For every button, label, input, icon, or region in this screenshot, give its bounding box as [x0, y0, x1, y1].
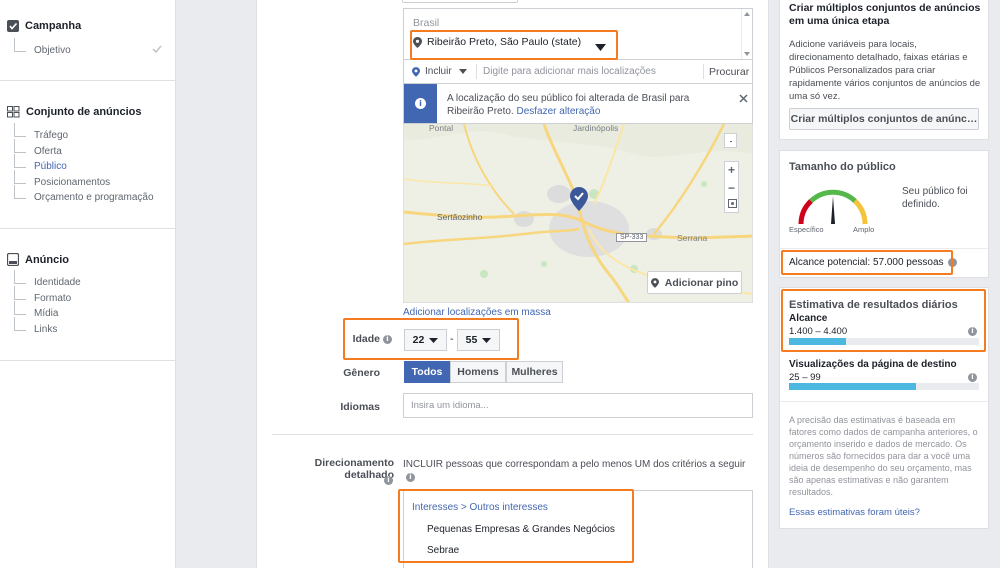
notice-info-block: i: [404, 84, 437, 123]
location-scrollbar[interactable]: [741, 9, 752, 59]
languages-placeholder: Insira um idioma...: [411, 400, 489, 411]
notice-text-wrap: A localização do seu público foi alterad…: [447, 92, 717, 118]
location-country: Brasil: [413, 17, 440, 29]
sidebar-ad-header[interactable]: Anúncio: [7, 253, 69, 266]
audience-gauge: [798, 189, 868, 225]
info-icon[interactable]: i: [968, 373, 977, 382]
sidebar-item-label: Objetivo: [34, 45, 71, 56]
sidebar-adset-header[interactable]: Conjunto de anúncios: [7, 106, 142, 118]
views-bar-fill: [789, 383, 917, 390]
sidebar-item-label: Mídia: [34, 308, 59, 319]
sidebar-item-label: Público: [34, 161, 67, 172]
highlight-reach: [781, 250, 953, 275]
chevron-down-icon: [458, 69, 467, 74]
location-pin-icon: [412, 66, 420, 77]
ad-icon: [7, 253, 19, 266]
multi-card-title: Criar múltiplos conjuntos de anúncios em…: [789, 2, 981, 27]
views-label: Visualizações da página de destino: [789, 359, 957, 370]
zoom-out-button[interactable]: −: [725, 181, 738, 195]
highlight-location: [410, 30, 618, 60]
languages-label: Idiomas: [340, 401, 380, 413]
gauge-right-label: Amplo: [853, 225, 875, 234]
location-pin-icon: [650, 277, 659, 288]
include-criteria-text: INCLUIR pessoas que correspondam a pelo …: [403, 459, 746, 470]
info-icon[interactable]: i: [406, 473, 415, 482]
zoom-in-button[interactable]: +: [725, 163, 738, 177]
undo-change-link[interactable]: Desfazer alteração: [516, 106, 600, 117]
map-place-pontal: Pontal: [429, 124, 454, 133]
include-dropdown[interactable]: Incluir: [412, 66, 467, 77]
views-bar: [789, 383, 979, 390]
gender-option-mulheres[interactable]: Mulheres: [506, 361, 563, 383]
map-place-serrana: Serrana: [677, 233, 708, 243]
search-button[interactable]: Procurar: [709, 66, 749, 78]
sidebar-item-label: Oferta: [34, 146, 62, 157]
sidebar-item-label: Links: [34, 324, 58, 335]
audience-size-title: Tamanho do público: [789, 161, 896, 173]
multi-card-body: Adicione variáveis para locais, direcion…: [789, 39, 981, 102]
sidebar-item-label: Orçamento e programação: [34, 192, 154, 203]
location-changed-notice: i A localização do seu público foi alter…: [403, 84, 753, 124]
sidebar-item-label: Identidade: [34, 277, 81, 288]
close-icon[interactable]: [739, 94, 748, 103]
sidebar-item-label: Formato: [34, 293, 72, 304]
highlight-estimates: [781, 289, 986, 352]
audience-status: Seu público foi definido.: [902, 186, 968, 210]
bulk-locations-link[interactable]: Adicionar localizações em massa: [403, 307, 551, 318]
location-search-input[interactable]: Digite para adicionar mais localizações: [483, 66, 656, 77]
gender-option-todos[interactable]: Todos: [404, 361, 450, 383]
gauge-left-label: Específico: [789, 225, 824, 234]
left-sidebar: Campanha Objetivo Conjunto de anúncios T…: [0, 0, 176, 568]
location-search-row: Incluir Digite para adicionar mais local…: [403, 60, 753, 84]
estimates-disclaimer: A precisão das estimativas é baseada em …: [789, 415, 978, 497]
languages-input[interactable]: Insira um idioma...: [403, 393, 753, 418]
sidebar-ad-title: Anúncio: [25, 253, 69, 266]
create-multiple-button[interactable]: Criar múltiplos conjuntos de anúnc…: [789, 108, 979, 130]
map-road-label: SP-333: [616, 233, 648, 242]
map-collapse-button[interactable]: [724, 133, 737, 148]
section-divider: [272, 434, 753, 435]
views-range: 25 – 99: [789, 372, 821, 383]
sidebar-item-label: Tráfego: [34, 130, 69, 141]
sidebar-adset-title: Conjunto de anúncios: [26, 106, 142, 118]
gender-label: Gênero: [343, 367, 380, 379]
sidebar-campaign-header[interactable]: Campanha: [7, 20, 81, 32]
sidebar-item-label: Posicionamentos: [34, 177, 111, 188]
map-marker-icon[interactable]: [570, 187, 588, 211]
estimates-feedback-link[interactable]: Essas estimativas foram úteis?: [789, 507, 920, 518]
top-button-edge: [402, 0, 518, 3]
add-pin-button[interactable]: Adicionar pino: [647, 271, 742, 294]
map-zoom-controls: + −: [724, 161, 739, 213]
include-label: Incluir: [425, 66, 452, 77]
checkmark-icon: [152, 45, 162, 53]
highlight-interests: [398, 489, 634, 563]
info-icon[interactable]: i: [384, 476, 393, 485]
map-place-sertaozinho: Sertãozinho: [437, 212, 483, 222]
sidebar-campaign-title: Campanha: [25, 20, 82, 32]
add-pin-label: Adicionar pino: [664, 276, 739, 289]
recenter-icon[interactable]: [728, 199, 737, 208]
info-icon: i: [415, 98, 426, 109]
map-place-jardinopolis: Jardinópolis: [573, 124, 619, 133]
location-map[interactable]: Pontal Jardinópolis Sertãozinho Serrana …: [403, 124, 753, 303]
checkbox-icon: [7, 20, 19, 32]
gender-option-homens[interactable]: Homens: [450, 361, 506, 383]
detailed-targeting-label: Direcionamento detalhado: [314, 457, 394, 481]
multiple-adsets-card: Criar múltiplos conjuntos de anúncios em…: [779, 0, 989, 140]
highlight-age: [343, 318, 519, 360]
grid-icon: [7, 106, 20, 118]
gauge-needle: [831, 196, 835, 224]
